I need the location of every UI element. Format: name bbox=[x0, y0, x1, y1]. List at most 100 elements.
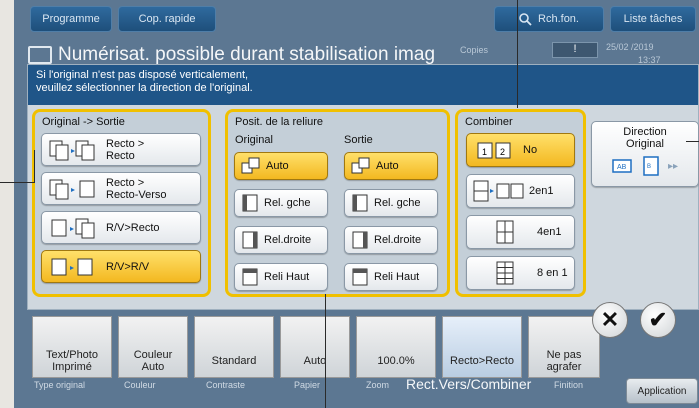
recto-recto-label: Recto > Recto bbox=[106, 137, 145, 162]
search-icon bbox=[519, 12, 532, 26]
callout-line-top bbox=[517, 0, 518, 108]
zoom-caption: Zoom bbox=[366, 380, 390, 390]
zoom-label: 100.0% bbox=[377, 355, 415, 367]
paper-label: Auto bbox=[303, 355, 327, 367]
density-label: Standard bbox=[211, 355, 257, 367]
paper-button[interactable]: Auto bbox=[280, 316, 350, 378]
binding-original-left-label: Rel. gche bbox=[264, 197, 311, 209]
auto-binding-icon bbox=[241, 157, 260, 174]
search-button[interactable]: Rch.fon. bbox=[494, 6, 604, 32]
programme-label: Programme bbox=[42, 13, 100, 25]
binding-sortie-top-label: Reli Haut bbox=[374, 271, 420, 283]
combine-no-button[interactable]: 12 No bbox=[466, 133, 575, 167]
top-binding-icon bbox=[242, 268, 258, 286]
eight-in-one-icon bbox=[496, 261, 514, 285]
combine-4in1-button[interactable]: 4en1 bbox=[466, 215, 575, 249]
combine-group: Combiner 12 No 2en1 4en1 8 en 1 bbox=[455, 109, 586, 297]
rv-recto-label: R/V>Recto bbox=[106, 221, 160, 234]
binding-sortie-auto-button[interactable]: Auto bbox=[344, 152, 438, 180]
instruction-line-1: Si l'original n'est pas disposé vertical… bbox=[36, 69, 249, 81]
zoom-button[interactable]: 100.0% bbox=[356, 316, 436, 378]
combine-no-label: No bbox=[523, 144, 538, 156]
color-label-2: Auto bbox=[141, 361, 165, 373]
combine-2in1-label: 2en1 bbox=[529, 185, 554, 197]
application-button[interactable]: Application bbox=[626, 378, 698, 404]
search-label: Rch.fon. bbox=[538, 13, 579, 25]
application-label: Application bbox=[637, 385, 687, 397]
binding-original-right-button[interactable]: Rel.droite bbox=[234, 226, 328, 254]
direction-label-2: Original bbox=[626, 138, 664, 150]
copy-quick-button[interactable]: Cop. rapide bbox=[118, 6, 216, 32]
svg-text:AB: AB bbox=[617, 164, 627, 171]
direction-original-button[interactable]: Direction Original AB B ▸▸ bbox=[591, 121, 699, 187]
top-binding-icon bbox=[352, 268, 368, 286]
instruction-line-2: veuillez sélectionner la direction de l'… bbox=[36, 82, 253, 94]
finishing-caption: Finition bbox=[554, 380, 584, 390]
finishing-label-2: agrafer bbox=[546, 361, 582, 373]
combine-8in1-button[interactable]: 8 en 1 bbox=[466, 256, 575, 290]
density-button[interactable]: Standard bbox=[194, 316, 274, 378]
original-sortie-label: Original -> Sortie bbox=[42, 116, 125, 128]
paper-caption: Papier bbox=[294, 380, 321, 390]
cancel-button[interactable]: ✕ bbox=[592, 302, 628, 338]
ok-button[interactable]: ✔ bbox=[640, 302, 676, 338]
binding-sortie-right-button[interactable]: Rel.droite bbox=[344, 226, 438, 254]
auto-binding-icon bbox=[351, 157, 370, 174]
finishing-button[interactable]: Ne pas agrafer bbox=[528, 316, 600, 378]
warning-icon: ! bbox=[552, 42, 598, 58]
callout-line-left-vertical bbox=[34, 150, 35, 183]
duplex-combine-button[interactable]: Recto>Recto bbox=[442, 316, 522, 378]
binding-sortie-right-label: Rel.droite bbox=[374, 234, 422, 246]
four-in-one-icon bbox=[496, 220, 514, 244]
left-binding-icon bbox=[352, 194, 368, 212]
recto-recto-verso-button[interactable]: Recto > Recto-Verso bbox=[41, 172, 201, 205]
binding-dialog: Si l'original n'est pas disposé vertical… bbox=[27, 64, 699, 310]
chevron-right-icon: ▸▸ bbox=[667, 160, 679, 172]
svg-text:1: 1 bbox=[482, 147, 487, 157]
binding-original-right-label: Rel.droite bbox=[264, 234, 312, 246]
svg-text:2: 2 bbox=[500, 147, 505, 157]
finishing-label-1: Ne pas bbox=[546, 349, 582, 361]
single-page-icon: 12 bbox=[477, 142, 511, 159]
binding-position-label: Posit. de la reliure bbox=[235, 116, 324, 128]
binding-sortie-left-button[interactable]: Rel. gche bbox=[344, 189, 438, 217]
original-type-button[interactable]: Text/Photo Imprimé bbox=[32, 316, 112, 378]
color-label-1: Couleur bbox=[133, 349, 173, 361]
right-binding-icon bbox=[352, 231, 368, 249]
recto-recto-verso-label: Recto > Recto-Verso bbox=[106, 176, 167, 201]
control-panel-screen: Programme Cop. rapide Rch.fon. Liste tâc… bbox=[14, 0, 699, 408]
programme-button[interactable]: Programme bbox=[30, 6, 112, 32]
binding-original-label: Original bbox=[235, 134, 273, 146]
recto-recto-button[interactable]: Recto > Recto bbox=[41, 133, 201, 166]
binding-sortie-auto-label: Auto bbox=[376, 160, 399, 172]
orientation-portrait-icon: B bbox=[643, 156, 659, 176]
callout-line-bottom bbox=[325, 294, 326, 408]
binding-sortie-top-button[interactable]: Reli Haut bbox=[344, 263, 438, 291]
left-binding-icon bbox=[242, 194, 258, 212]
rv-rv-button[interactable]: R/V>R/V bbox=[41, 250, 201, 283]
status-title: Numérisat. possible durant stabilisation… bbox=[58, 44, 436, 65]
color-button[interactable]: Couleur Auto bbox=[118, 316, 188, 378]
binding-original-top-label: Reli Haut bbox=[264, 271, 310, 283]
binding-original-left-button[interactable]: Rel. gche bbox=[234, 189, 328, 217]
binding-original-auto-label: Auto bbox=[266, 160, 289, 172]
direction-label-1: Direction bbox=[623, 126, 667, 138]
binding-sortie-left-label: Rel. gche bbox=[374, 197, 421, 209]
original-type-label-2: Imprimé bbox=[52, 361, 92, 373]
duplex-combine-caption: Rect.Vers/Combiner bbox=[406, 376, 532, 392]
job-list-button[interactable]: Liste tâches bbox=[610, 6, 696, 32]
job-list-label: Liste tâches bbox=[623, 13, 683, 25]
binding-original-top-button[interactable]: Reli Haut bbox=[234, 263, 328, 291]
callout-line-right bbox=[686, 141, 699, 142]
original-type-label-1: Text/Photo bbox=[46, 349, 98, 361]
recto-recto-verso-icon bbox=[49, 179, 95, 199]
density-caption: Contraste bbox=[206, 380, 246, 390]
rv-recto-button[interactable]: R/V>Recto bbox=[41, 211, 201, 244]
copy-quick-label: Cop. rapide bbox=[138, 13, 196, 25]
combine-8in1-label: 8 en 1 bbox=[537, 267, 568, 279]
copies-label: Copies bbox=[460, 45, 489, 55]
binding-original-auto-button[interactable]: Auto bbox=[234, 152, 328, 180]
combine-2in1-button[interactable]: 2en1 bbox=[466, 174, 575, 208]
original-type-caption: Type original bbox=[34, 380, 86, 390]
binding-sortie-label: Sortie bbox=[344, 134, 373, 146]
